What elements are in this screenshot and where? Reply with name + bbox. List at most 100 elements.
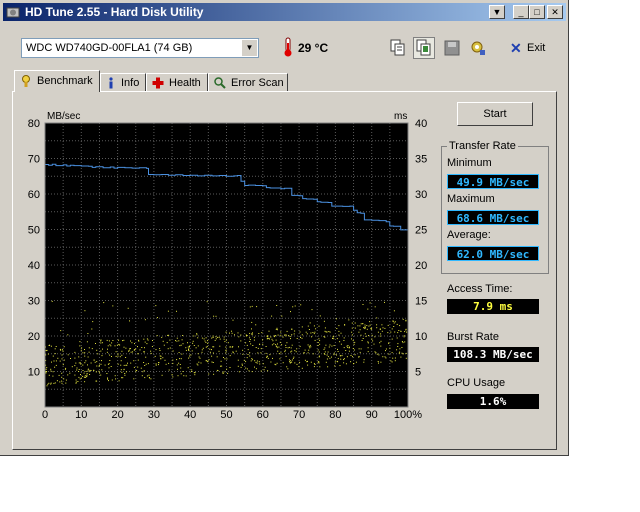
access-time-point bbox=[61, 358, 63, 360]
access-time-point bbox=[246, 344, 248, 346]
access-time-point bbox=[325, 344, 327, 346]
tab-benchmark[interactable]: Benchmark bbox=[14, 70, 100, 92]
access-time-point bbox=[276, 305, 278, 306]
access-time-point bbox=[112, 340, 114, 341]
access-time-point bbox=[77, 381, 79, 382]
y-tick-label: 70 bbox=[28, 154, 40, 166]
access-time-point bbox=[52, 355, 54, 357]
access-time-point bbox=[388, 342, 390, 344]
access-time-point bbox=[275, 339, 277, 341]
access-time-point bbox=[237, 332, 239, 334]
access-time-point bbox=[226, 358, 228, 360]
access-time-point bbox=[299, 361, 301, 363]
access-time-point bbox=[313, 333, 315, 335]
access-time-point bbox=[225, 331, 227, 333]
access-time-point bbox=[52, 371, 54, 373]
access-time-point bbox=[221, 365, 223, 367]
access-time-point bbox=[304, 359, 306, 361]
access-time-point bbox=[292, 306, 294, 308]
access-time-point bbox=[391, 361, 393, 363]
access-time-point bbox=[172, 362, 174, 364]
access-time-point bbox=[45, 350, 47, 352]
access-time-point bbox=[246, 335, 248, 337]
access-time-point bbox=[241, 364, 243, 366]
access-time-point bbox=[272, 340, 274, 342]
access-time-point bbox=[273, 343, 275, 345]
access-time-point bbox=[309, 322, 311, 324]
access-time-point bbox=[379, 328, 381, 330]
access-time-point bbox=[107, 378, 109, 380]
access-time-point bbox=[318, 361, 320, 363]
access-time-point bbox=[398, 352, 400, 354]
access-time-point bbox=[123, 364, 125, 366]
y-tick-label: 20 bbox=[28, 331, 40, 343]
access-time-point bbox=[123, 339, 125, 341]
access-time-point bbox=[347, 345, 349, 347]
access-time-point bbox=[147, 339, 149, 341]
access-time-point bbox=[284, 351, 286, 353]
access-time-point bbox=[192, 342, 194, 344]
access-time-point bbox=[125, 347, 127, 349]
access-time-point bbox=[201, 349, 203, 351]
access-time-point bbox=[163, 344, 165, 346]
access-time-point bbox=[249, 337, 251, 339]
access-time-point bbox=[262, 363, 264, 365]
cpu-usage-label: CPU Usage bbox=[447, 377, 506, 389]
access-time-point bbox=[168, 362, 170, 364]
access-time-point bbox=[394, 321, 396, 323]
access-time-point bbox=[403, 336, 405, 338]
access-time-point bbox=[129, 320, 130, 322]
access-time-point bbox=[188, 348, 189, 350]
access-time-point bbox=[240, 340, 242, 342]
y2-tick-label: 35 bbox=[415, 154, 427, 166]
access-time-point bbox=[125, 364, 127, 366]
access-time-point bbox=[85, 376, 87, 378]
access-time-point bbox=[294, 330, 296, 332]
access-time-point bbox=[132, 351, 133, 353]
access-time-point bbox=[178, 340, 180, 342]
access-time-point bbox=[135, 348, 137, 350]
access-time-point bbox=[55, 360, 57, 362]
access-time-point bbox=[306, 333, 308, 335]
access-time-point bbox=[50, 382, 52, 384]
access-time-point bbox=[88, 371, 90, 373]
access-time-point bbox=[84, 355, 86, 357]
access-time-point bbox=[225, 350, 227, 352]
y2-tick-label: 30 bbox=[415, 189, 427, 201]
access-time-point bbox=[290, 351, 292, 353]
access-time-point bbox=[126, 364, 128, 366]
access-time-point bbox=[106, 373, 108, 374]
access-time-point bbox=[329, 344, 331, 346]
access-time-point bbox=[215, 315, 217, 317]
access-time-point bbox=[259, 363, 261, 365]
access-time-point bbox=[309, 347, 311, 349]
access-time-point bbox=[353, 343, 355, 345]
access-time-point bbox=[319, 343, 321, 345]
access-time-point bbox=[96, 361, 98, 363]
access-time-point bbox=[351, 334, 353, 336]
access-time-point bbox=[289, 360, 291, 362]
access-time-point bbox=[212, 362, 214, 363]
access-time-point bbox=[251, 371, 253, 373]
access-time-point bbox=[291, 350, 293, 352]
access-time-point bbox=[260, 348, 262, 350]
access-time-point bbox=[217, 336, 219, 338]
access-time-point bbox=[63, 378, 65, 380]
start-button[interactable]: Start bbox=[457, 102, 533, 126]
access-time-point bbox=[351, 331, 353, 333]
access-time-point bbox=[266, 357, 268, 358]
access-time-point bbox=[143, 351, 145, 353]
y-tick-label: 80 bbox=[28, 118, 40, 130]
access-time-point bbox=[324, 347, 326, 349]
access-time-point bbox=[182, 335, 184, 336]
access-time-point bbox=[55, 364, 57, 366]
access-time-point bbox=[137, 346, 138, 348]
access-time-point bbox=[62, 364, 64, 366]
access-time-point bbox=[329, 357, 331, 359]
access-time-point bbox=[327, 366, 329, 368]
x-tick-label: 60 bbox=[257, 409, 269, 421]
access-time-point bbox=[370, 328, 372, 330]
access-time-point bbox=[391, 352, 393, 354]
access-time-point bbox=[291, 334, 293, 336]
access-time-point bbox=[208, 359, 210, 361]
